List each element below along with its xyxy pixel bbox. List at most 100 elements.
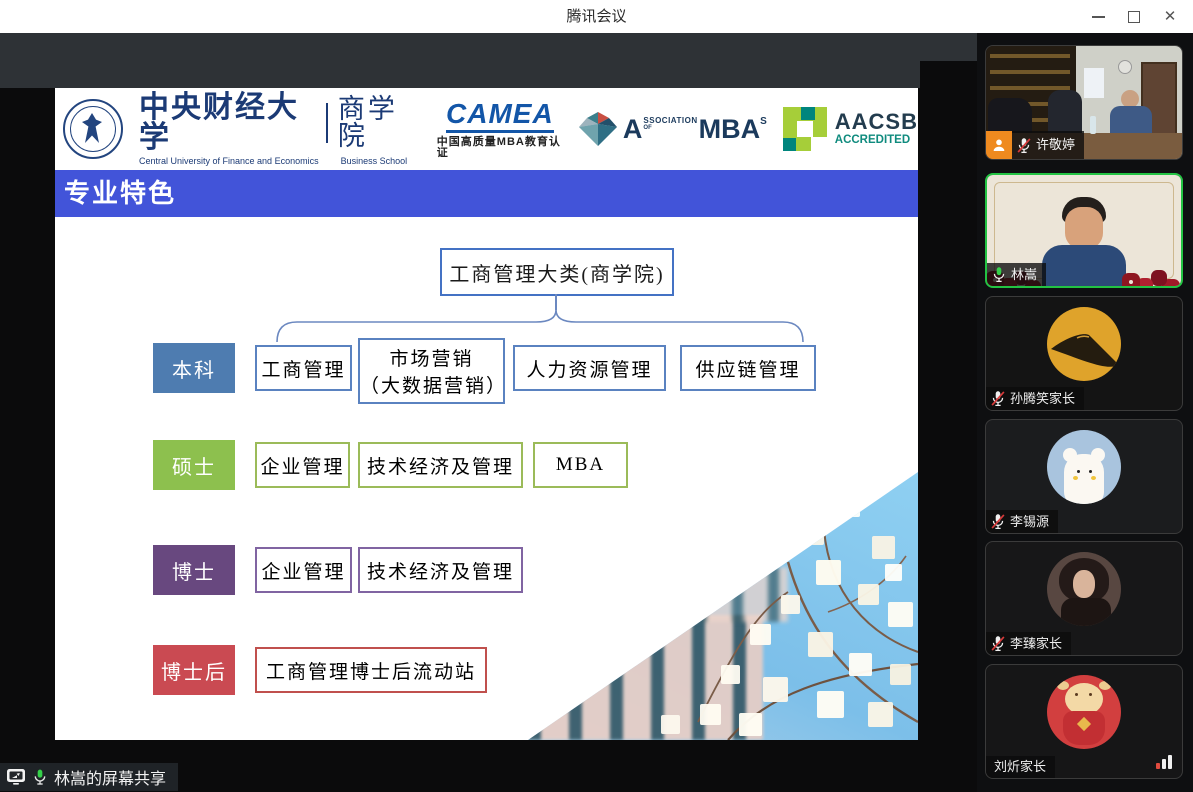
program-box: 企业管理 (255, 547, 352, 593)
ox-ear (1057, 681, 1069, 690)
diagram-root-box: 工商管理大类(商学院) (440, 248, 674, 296)
screen-share-status: 林嵩的屏幕共享 (0, 763, 178, 791)
participant-name: 李锡源 (1010, 514, 1049, 530)
mic-muted-icon (990, 513, 1006, 530)
program-label: 技术经济及管理 (367, 452, 514, 479)
water-bottle (1090, 116, 1096, 134)
shared-screen-area: 中央财经大学 商学院 Central University of Finance… (0, 33, 977, 792)
camea-logo: CAMEA (446, 100, 554, 133)
bear-cheek (1073, 476, 1078, 480)
share-top-strip (0, 33, 920, 88)
bear-eye (1077, 470, 1080, 473)
section-banner: 专业特色 (55, 170, 918, 217)
section-title: 专业特色 (55, 170, 918, 216)
host-badge-icon (986, 131, 1012, 159)
amba-of: OF (643, 125, 697, 131)
amba-ssociation: SSOCIATION (643, 117, 697, 125)
program-label: 技术经济及管理 (367, 557, 514, 584)
participant-thumbnail[interactable]: 李臻家长 (985, 541, 1183, 656)
school-name-cn: 商学院 (338, 96, 421, 150)
bear-eye (1089, 470, 1092, 473)
participant-name: 孙腾笑家长 (1010, 391, 1075, 407)
avatar (1047, 552, 1121, 626)
mic-muted-icon (1016, 137, 1032, 154)
program-label: 企业管理 (261, 557, 345, 584)
program-label: 供应链管理 (695, 355, 800, 382)
branches (528, 472, 918, 740)
program-box: 人力资源管理 (513, 345, 666, 391)
program-label: 市场营销 (389, 344, 473, 371)
wall-clock (1118, 60, 1132, 74)
participant-thumbnail-active[interactable]: 林嵩 (985, 173, 1183, 288)
slide-logo-header: 中央财经大学 商学院 Central University of Finance… (55, 88, 918, 170)
meeting-window: 腾讯会议 ✕ 中央财经大学 商学院 Central University of … (0, 0, 1193, 792)
network-signal-icon (1156, 755, 1172, 769)
aacsb-caption: ACCREDITED (835, 135, 918, 147)
program-box: 技术经济及管理 (358, 442, 523, 488)
close-icon: ✕ (1164, 9, 1177, 24)
minimize-icon (1092, 16, 1105, 18)
window-title: 腾讯会议 (0, 0, 1193, 33)
amba-s: S (760, 117, 767, 127)
avatar-face (1073, 570, 1095, 598)
logo-divider (326, 103, 328, 143)
share-top-strip-right (920, 33, 977, 61)
level-label-postdoc: 博士后 (153, 645, 235, 695)
presenter-label: 林嵩的屏幕共享 (54, 765, 166, 789)
screen-share-icon (6, 768, 26, 786)
participant-thumbnail[interactable]: 孙腾笑家长 (985, 296, 1183, 411)
program-label: 工商管理 (261, 355, 345, 382)
program-box: 工商管理博士后流动站 (255, 647, 487, 693)
program-box: 技术经济及管理 (358, 547, 523, 593)
roses-right (1129, 280, 1133, 284)
mic-muted-icon (990, 390, 1006, 407)
diagram-brace (275, 308, 805, 344)
amba-diamond-icon (579, 112, 617, 146)
participant-name: 刘炘家长 (994, 759, 1046, 775)
program-box: 供应链管理 (680, 345, 816, 391)
avatar (1047, 675, 1121, 749)
amba-logo-block: A SSOCIATION OF MBA S (579, 112, 767, 146)
program-box: MBA (533, 442, 628, 488)
wall-notice (1084, 68, 1104, 98)
avatar (1047, 430, 1121, 504)
aacsb-title: AACSB (835, 111, 918, 133)
mic-on-icon (32, 768, 48, 786)
program-label: 企业管理 (260, 452, 344, 479)
minimize-button[interactable] (1081, 0, 1115, 33)
program-box: 工商管理 (255, 345, 352, 391)
participant-thumbnail[interactable]: 李锡源 (985, 419, 1183, 534)
speaker-face (1065, 207, 1103, 249)
mic-on-icon (991, 266, 1007, 283)
level-label-master: 硕士 (153, 440, 235, 490)
speaker-shirt (1042, 245, 1126, 288)
ox-eye (1089, 693, 1092, 696)
program-label: 人力资源管理 (526, 355, 652, 382)
university-seal-logo (63, 99, 123, 159)
participant-name: 许敬婷 (1036, 137, 1075, 153)
presentation-slide: 中央财经大学 商学院 Central University of Finance… (55, 88, 918, 740)
program-box: 企业管理 (255, 442, 350, 488)
mic-muted-icon (990, 635, 1006, 652)
level-label-phd: 博士 (153, 545, 235, 595)
ox-ear (1099, 681, 1111, 690)
maximize-icon (1128, 11, 1140, 23)
avatar (1047, 307, 1121, 381)
bear-cheek (1091, 476, 1096, 480)
level-label-undergraduate: 本科 (153, 343, 235, 393)
maximize-button[interactable] (1117, 0, 1151, 33)
magnolia-photo (528, 472, 918, 740)
participant-thumbnail[interactable]: 刘炘家长 (985, 664, 1183, 779)
program-box: 市场营销 （大数据营销） (358, 338, 505, 404)
close-button[interactable]: ✕ (1153, 0, 1187, 33)
participant-name: 林嵩 (1011, 267, 1037, 283)
school-name-en: Business School (341, 157, 408, 166)
camea-logo-block: CAMEA 中国高质量MBA教育认证 (437, 100, 563, 159)
program-label: （大数据营销） (360, 371, 503, 398)
bear-body (1064, 454, 1104, 504)
program-label: 工商管理博士后流动站 (266, 657, 476, 684)
cufe-logo-block: 中央财经大学 商学院 Central University of Finance… (139, 93, 421, 166)
amba-letter-a: A (623, 116, 643, 143)
participant-thumbnail[interactable]: 许敬婷 (985, 45, 1183, 160)
participant-sidebar: 许敬婷 林嵩 (977, 33, 1193, 792)
